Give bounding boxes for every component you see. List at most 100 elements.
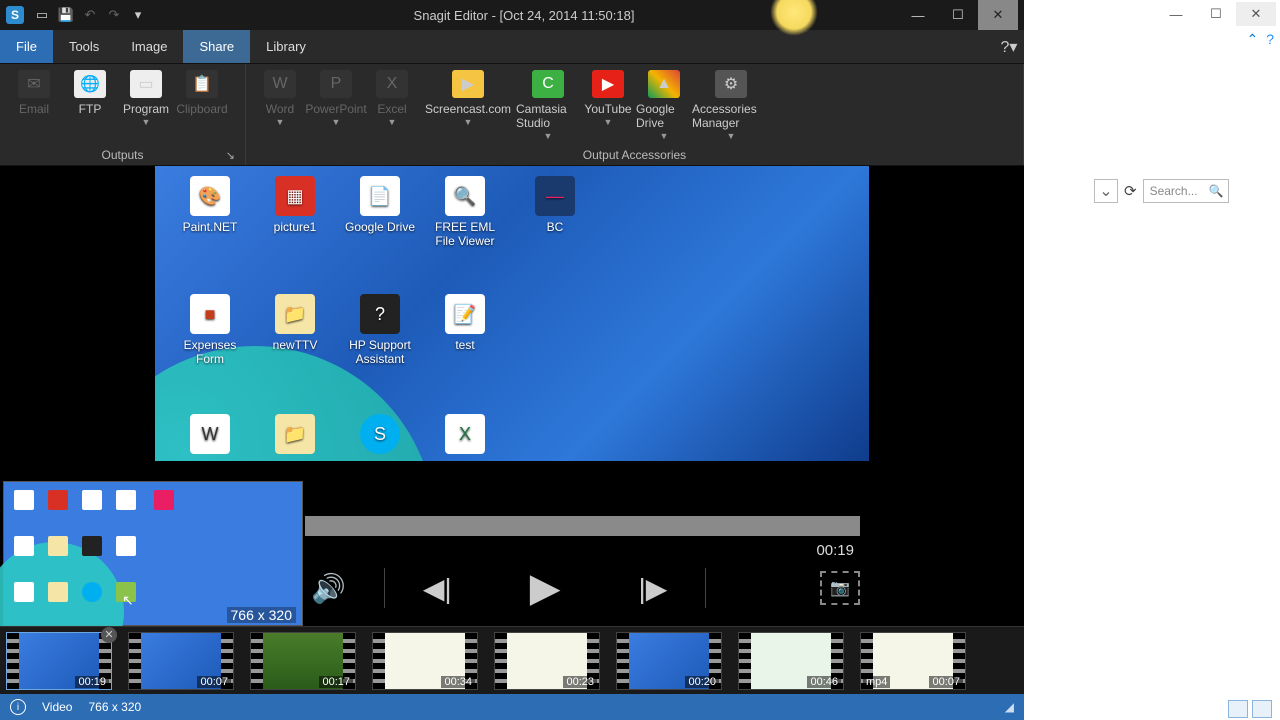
- tab-share[interactable]: Share: [183, 30, 250, 63]
- tray-item-4[interactable]: 00:23: [494, 632, 600, 690]
- test-icon: 📝: [445, 294, 485, 334]
- search-placeholder: Search...: [1150, 184, 1198, 198]
- bg-close-button[interactable]: ✕: [1236, 2, 1276, 26]
- program-icon: ▭: [130, 70, 162, 98]
- qat-redo-icon[interactable]: ↷: [105, 6, 123, 24]
- refresh-icon[interactable]: ⟳: [1124, 182, 1137, 200]
- seek-bar[interactable]: [305, 516, 860, 536]
- output-email: ✉Email: [6, 68, 62, 118]
- clipboard-icon: 📋: [186, 70, 218, 98]
- gdrive-icon: ▲: [648, 70, 680, 98]
- hp-support-icon: ?: [360, 294, 400, 334]
- qat-new-icon[interactable]: ▭: [33, 6, 51, 24]
- tab-file[interactable]: File: [0, 30, 53, 63]
- play-button[interactable]: ▶: [530, 565, 561, 611]
- tray-item-3[interactable]: 00:34: [372, 632, 478, 690]
- camtasia-icon: C: [532, 70, 564, 98]
- view-thumbs-button[interactable]: [1252, 700, 1272, 718]
- output-powerpoint: PPowerPoint▼: [308, 68, 364, 129]
- info-icon[interactable]: i: [10, 699, 26, 715]
- status-dimensions: 766 x 320: [88, 700, 141, 714]
- help-icon[interactable]: ?: [1266, 31, 1274, 47]
- folder-icon: 📁: [275, 414, 315, 454]
- bg-titlebar: — ☐ ✕: [1024, 0, 1280, 28]
- youtube-icon: ▶: [592, 70, 624, 98]
- cursor-icon: ↖: [122, 592, 134, 609]
- word-doc-icon: W: [190, 414, 230, 454]
- resize-grip-icon[interactable]: ◢: [1005, 700, 1014, 714]
- screencast-icon: ▶: [452, 70, 484, 98]
- excel-icon: X: [376, 70, 408, 98]
- maximize-button[interactable]: ☐: [938, 0, 978, 30]
- output-camtasia[interactable]: CCamtasia Studio▼: [516, 68, 580, 143]
- recent-captures-tray: ✕ 00:19 00:07 00:17 00:34 00:23 00:20 00…: [0, 626, 1024, 694]
- gear-icon: ⚙: [715, 70, 747, 98]
- address-dropdown[interactable]: ⌄: [1094, 179, 1118, 203]
- chevron-up-icon[interactable]: ⌃: [1246, 31, 1258, 48]
- tray-item-7[interactable]: mp400:07: [860, 632, 966, 690]
- help-dropdown[interactable]: ?▾: [994, 30, 1024, 63]
- bg-toolbar: ⌃ ?: [1024, 28, 1280, 50]
- thumbnail-overview[interactable]: ↖ 766 x 320: [3, 481, 303, 626]
- qat-save-icon[interactable]: 💾: [57, 6, 75, 24]
- tab-library[interactable]: Library: [250, 30, 322, 63]
- accessories-group-label: Output Accessories: [583, 148, 686, 162]
- word-icon: W: [264, 70, 296, 98]
- output-youtube[interactable]: ▶YouTube▼: [580, 68, 636, 129]
- eml-viewer-icon: 🔍: [445, 176, 485, 216]
- outputs-launcher-icon[interactable]: ↘: [226, 149, 235, 162]
- output-program[interactable]: ▭Program▼: [118, 68, 174, 129]
- time-display: 00:19: [305, 542, 860, 559]
- minimize-button[interactable]: —: [898, 0, 938, 30]
- prev-frame-button[interactable]: ◀|: [423, 572, 452, 605]
- app-logo-icon[interactable]: S: [6, 6, 24, 24]
- tab-image[interactable]: Image: [115, 30, 183, 63]
- skype-icon: S: [360, 414, 400, 454]
- tray-item-6[interactable]: 00:46: [738, 632, 844, 690]
- tray-close-icon[interactable]: ✕: [101, 627, 117, 643]
- excel-doc-icon: X: [445, 414, 485, 454]
- title-bar: S ▭ 💾 ↶ ↷ ▾ Snagit Editor - [Oct 24, 201…: [0, 0, 1024, 30]
- paintnet-icon: 🎨: [190, 176, 230, 216]
- qat-more-icon[interactable]: ▾: [129, 6, 147, 24]
- status-bar: i Video 766 x 320 ◢: [0, 694, 1024, 720]
- search-icon: 🔍: [1209, 184, 1224, 198]
- expenses-icon: ■: [190, 294, 230, 334]
- tray-item-5[interactable]: 00:20: [616, 632, 722, 690]
- outputs-group-label: Outputs: [101, 148, 143, 162]
- qat-undo-icon[interactable]: ↶: [81, 6, 99, 24]
- status-type: Video: [42, 700, 72, 714]
- output-word: WWord▼: [252, 68, 308, 129]
- search-input[interactable]: Search... 🔍: [1143, 179, 1229, 203]
- tab-tools[interactable]: Tools: [53, 30, 115, 63]
- output-screencast[interactable]: ▶Screencast.com▼: [420, 68, 516, 129]
- overview-dimensions: 766 x 320: [227, 607, 297, 623]
- bc-icon: —: [535, 176, 575, 216]
- tray-item-1[interactable]: 00:07: [128, 632, 234, 690]
- bg-minimize-button[interactable]: —: [1156, 2, 1196, 26]
- output-gdrive[interactable]: ▲Google Drive▼: [636, 68, 692, 143]
- ftp-icon: 🌐: [74, 70, 106, 98]
- video-player-controls: 00:19 🔊 ◀| ▶ |▶ 📷: [305, 516, 890, 626]
- bg-maximize-button[interactable]: ☐: [1196, 2, 1236, 26]
- accessories-manager[interactable]: ⚙Accessories Manager▼: [692, 68, 770, 143]
- next-frame-button[interactable]: |▶: [638, 572, 667, 605]
- output-ftp[interactable]: 🌐FTP: [62, 68, 118, 118]
- capture-frame-button[interactable]: 📷: [820, 571, 860, 605]
- background-explorer-window: — ☐ ✕ ⌃ ? ⌄ ⟳ Search... 🔍: [1024, 0, 1280, 720]
- bg-address-row: ⌄ ⟳ Search... 🔍: [1024, 178, 1272, 204]
- powerpoint-icon: P: [320, 70, 352, 98]
- close-button[interactable]: ✕: [978, 0, 1018, 30]
- picture1-icon: ▦: [275, 176, 315, 216]
- output-clipboard: 📋Clipboard: [174, 68, 230, 118]
- email-icon: ✉: [18, 70, 50, 98]
- newttv-icon: 📁: [275, 294, 315, 334]
- tray-item-2[interactable]: 00:17: [250, 632, 356, 690]
- volume-icon[interactable]: 🔊: [311, 572, 346, 605]
- output-excel: XExcel▼: [364, 68, 420, 129]
- menu-tabs: File Tools Image Share Library ?▾: [0, 30, 1024, 64]
- view-details-button[interactable]: [1228, 700, 1248, 718]
- snagit-editor-window: S ▭ 💾 ↶ ↷ ▾ Snagit Editor - [Oct 24, 201…: [0, 0, 1024, 720]
- video-preview[interactable]: 🎨Paint.NET ▦picture1 📄Google Drive 🔍FREE…: [155, 166, 869, 461]
- tray-item-0[interactable]: ✕ 00:19: [6, 632, 112, 690]
